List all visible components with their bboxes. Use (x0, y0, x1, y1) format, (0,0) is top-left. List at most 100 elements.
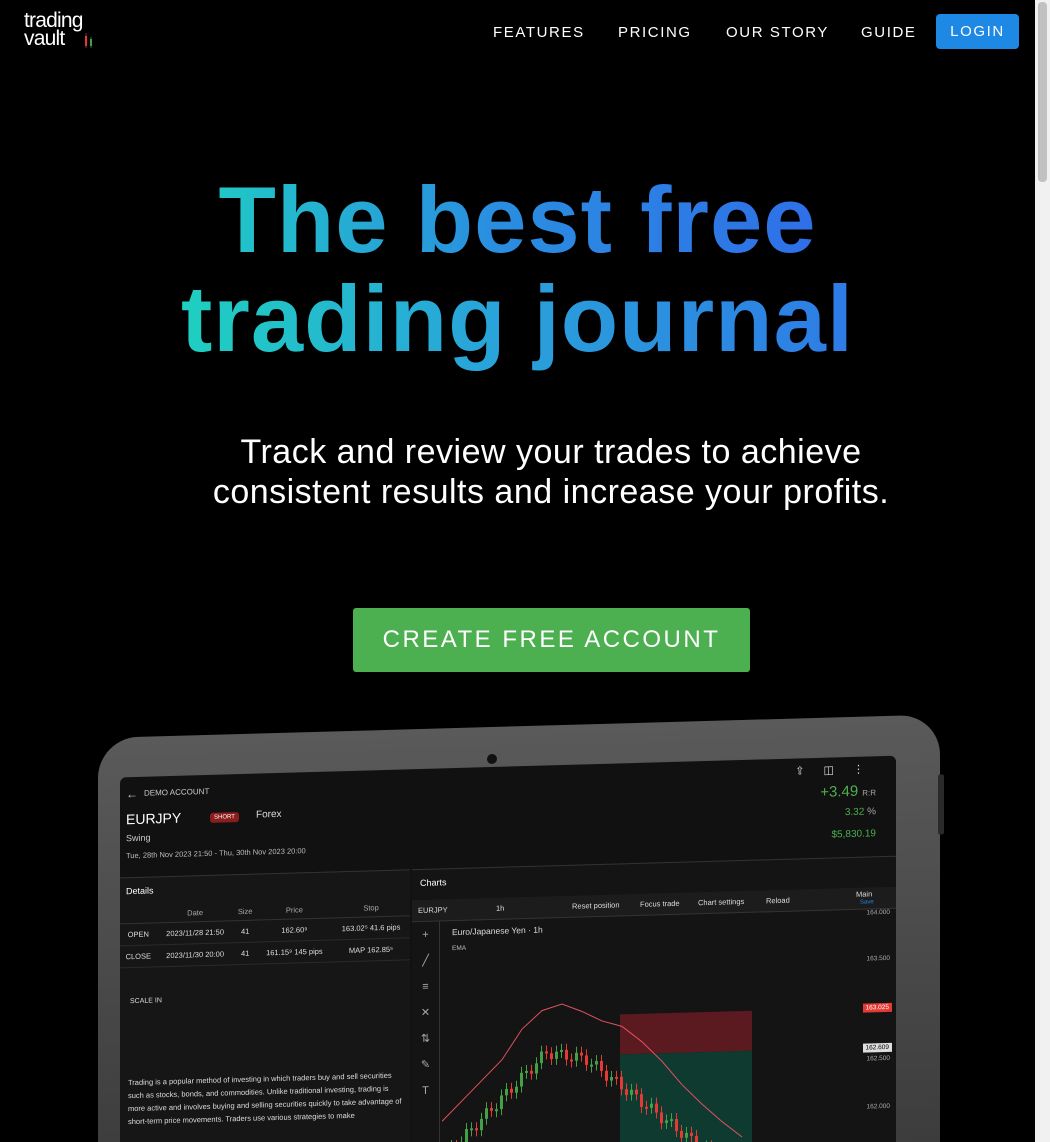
brush-icon: ✎ (420, 1058, 431, 1071)
trendline-icon: ╱ (422, 954, 429, 967)
reload: Reload (766, 895, 790, 906)
candle-body (610, 1076, 613, 1081)
table-header: Price (256, 900, 333, 921)
pct-number: 3.32 (844, 806, 865, 819)
candle-body (495, 1109, 498, 1112)
create-account-button[interactable]: CREATE FREE ACCOUNT (353, 608, 750, 672)
y-tick: 163.500 (866, 954, 891, 963)
candle-body (690, 1132, 693, 1137)
table-header: Size (233, 902, 257, 921)
trade-pair: EURJPY (126, 809, 182, 828)
candle-body (565, 1049, 568, 1060)
candle-body (685, 1132, 688, 1138)
candle-body (555, 1051, 558, 1059)
candle-body (600, 1060, 603, 1072)
hero-title-line1: The best free (218, 167, 817, 272)
details-panel: Details Date Size Price Stop OPEN 2023/1… (120, 869, 410, 1142)
candle-body (475, 1128, 478, 1131)
nav-features[interactable]: FEATURES (493, 24, 585, 41)
nav-our-story[interactable]: OUR STORY (726, 24, 829, 41)
candle-body (515, 1086, 518, 1093)
login-button[interactable]: LOGIN (936, 14, 1019, 49)
candle-body (575, 1052, 578, 1061)
candle-body (550, 1053, 553, 1060)
table-cell: 2023/11/30 20:00 (156, 942, 234, 967)
details-title: Details (126, 885, 154, 897)
table-header (120, 905, 157, 924)
pattern-icon: ✕ (420, 1006, 431, 1019)
candle-body (590, 1064, 593, 1067)
candle-body (640, 1094, 643, 1108)
candle-body (670, 1119, 673, 1122)
table-cell: 2023/11/28 21:50 (156, 920, 234, 945)
candle-body (645, 1106, 648, 1109)
y-tick: 162.500 (866, 1054, 891, 1063)
table-header: Date (156, 903, 234, 923)
reset-position: Reset position (572, 900, 620, 911)
candle-body (530, 1070, 533, 1074)
candle-body (595, 1061, 598, 1065)
details-table: Date Size Price Stop OPEN 2023/11/28 21:… (120, 898, 410, 968)
table-cell: 161.15⁹ 145 pips (256, 939, 333, 965)
nav-guide[interactable]: GUIDE (861, 24, 917, 41)
candle-body (535, 1063, 538, 1074)
candle-body (635, 1089, 638, 1095)
measure-icon: ⇅ (420, 1032, 431, 1045)
candle-body (470, 1128, 473, 1131)
hero-title: The best free trading journal (0, 170, 1035, 368)
candle-body (500, 1095, 503, 1110)
pct-value: 3.32 % (845, 806, 876, 818)
charts-title: Charts (420, 877, 447, 889)
account-label: DEMO ACCOUNT (144, 786, 210, 798)
risk-zone (620, 1010, 752, 1055)
scale-in-label: SCALE IN (130, 997, 162, 1006)
app-screenshot: ← DEMO ACCOUNT EURJPY SHORT Forex Swing … (120, 755, 896, 1142)
candle-body (585, 1055, 588, 1065)
hero-title-line2: trading journal (181, 266, 854, 371)
focus-trade: Focus trade (640, 898, 680, 909)
text-icon: T (422, 1084, 429, 1097)
side-badge: SHORT (210, 812, 239, 823)
chart-settings: Chart settings (698, 896, 745, 908)
page-scrollbar[interactable] (1035, 0, 1050, 1142)
candle-body (620, 1076, 623, 1090)
nav-pricing[interactable]: PRICING (618, 24, 692, 41)
candle-body (545, 1051, 548, 1054)
navbar: trading vault FEATURES PRICING OUR STORY… (0, 0, 1035, 64)
candle-body (510, 1088, 513, 1093)
drawing-tools: + ╱ ≡ ✕ ⇅ ✎ T (412, 921, 440, 1142)
candle-body (665, 1120, 668, 1124)
candle-body (625, 1089, 628, 1095)
back-arrow-icon: ← (126, 786, 138, 802)
candle-body (485, 1108, 488, 1119)
trade-description: Trading is a popular method of investing… (128, 1070, 402, 1127)
charts-panel: Charts EURJPY 1h Reset position Focus tr… (412, 855, 896, 1142)
candle-body (525, 1070, 528, 1073)
rr-value: +3.49 R:R (820, 782, 876, 801)
candle-body (560, 1049, 563, 1052)
scrollbar-thumb[interactable] (1038, 2, 1047, 182)
candle-body (465, 1128, 468, 1142)
trade-style: Swing (126, 832, 151, 844)
entry-price-label: 162.609 (862, 1042, 892, 1053)
tablet-side-button (938, 774, 944, 835)
candle-body (675, 1118, 678, 1132)
rr-number: +3.49 (820, 782, 859, 801)
fib-icon: ≡ (422, 980, 429, 993)
candle-body (505, 1088, 508, 1096)
share-icon: ⇪ ◫ ⋮ (795, 763, 872, 778)
table-cell: OPEN (120, 922, 157, 946)
table-cell: 41 (233, 942, 257, 965)
trading-vault-logo[interactable]: trading vault (24, 10, 98, 52)
candle-body (655, 1103, 658, 1113)
tablet-mockup: ← DEMO ACCOUNT EURJPY SHORT Forex Swing … (98, 714, 944, 1142)
table-cell: CLOSE (120, 944, 157, 968)
pct-unit: % (867, 806, 876, 818)
candle-body (615, 1076, 618, 1079)
interval-select: 1h (496, 903, 505, 913)
candle-body (490, 1108, 493, 1111)
crosshair-icon: + (422, 928, 429, 941)
candle-body (570, 1059, 573, 1062)
candles-icon (85, 33, 92, 48)
layout-main: Main (856, 889, 873, 899)
